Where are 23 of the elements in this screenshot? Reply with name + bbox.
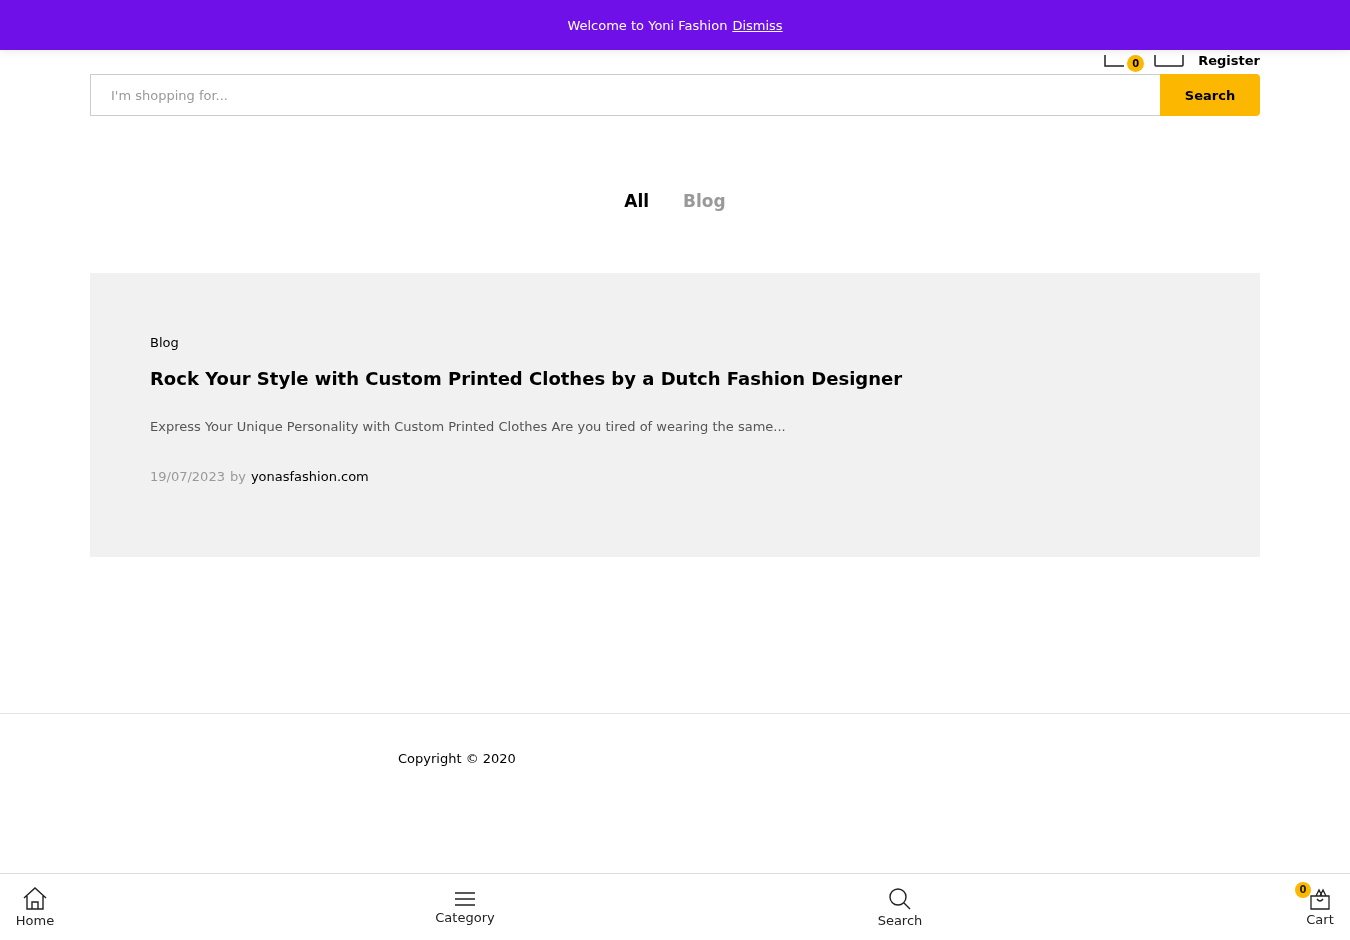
filter-tab[interactable]: All <box>624 188 650 214</box>
post-title-link[interactable]: Rock Your Style with Custom Printed Clothes by a Dutch Fashion Designer <box>150 368 903 389</box>
cart-count-badge: 0 <box>1127 54 1145 72</box>
copyright-text: Copyright © 2020 <box>398 751 516 766</box>
post-by-text: by <box>229 469 246 484</box>
menu-icon <box>454 889 476 908</box>
bottom-nav-item[interactable]: 0 Cart <box>1290 874 1350 940</box>
post-author-link[interactable]: yonasfashion.com <box>250 469 369 484</box>
bottom-nav-item[interactable]: Search <box>825 874 975 940</box>
register-link[interactable]: Register <box>1198 53 1260 68</box>
post-category-link[interactable]: Blog <box>150 335 179 350</box>
search-field[interactable]: I'm shopping for... <box>90 74 1160 116</box>
dismiss-link[interactable]: Dismiss <box>732 17 783 33</box>
post-date: 19/07/2023 <box>150 469 225 484</box>
home-icon <box>22 886 48 911</box>
search-button[interactable]: Search <box>1160 74 1260 116</box>
bottom-nav-item[interactable]: Category <box>390 874 540 940</box>
bottom-nav-item[interactable]: Home <box>0 874 70 940</box>
post-excerpt: Express Your Unique Personality with Custom Printed Clothes Are you tired of wearing the same... <box>150 419 786 434</box>
shopping-bag-icon <box>1309 887 1331 910</box>
cart-count-badge: 0 <box>1295 881 1311 898</box>
banner-text: Welcome to Yoni Fashion <box>567 17 728 33</box>
search-icon <box>888 886 912 911</box>
